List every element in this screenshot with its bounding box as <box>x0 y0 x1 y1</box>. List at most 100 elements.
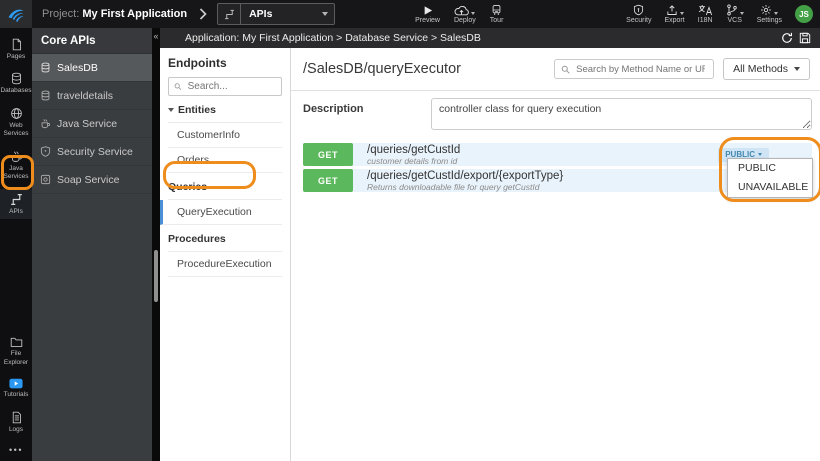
chevron-down-icon <box>322 12 329 16</box>
core-apis-title: Core APIs <box>32 28 152 54</box>
core-apis-item-label: traveldetails <box>57 89 114 102</box>
chevron-down-icon <box>679 12 684 15</box>
more-options-icon[interactable]: ••• <box>0 441 32 461</box>
method-search-input[interactable] <box>574 62 708 76</box>
menu-item-public[interactable]: PUBLIC <box>728 159 812 178</box>
wavemaker-logo-icon[interactable] <box>0 0 32 28</box>
collapse-panel-button[interactable]: « <box>152 28 160 44</box>
description-label: Description <box>303 103 364 115</box>
description-input[interactable]: controller class for query execution <box>431 98 812 130</box>
topbar-actions-left: Preview Deploy Tour <box>415 4 503 24</box>
section-label: Queries <box>168 181 208 193</box>
project-name: My First Application <box>82 8 188 20</box>
endpoints-search-input[interactable] <box>185 80 276 93</box>
endpoints-search[interactable] <box>168 77 282 96</box>
sidebar-item-label: Logs <box>8 425 24 433</box>
endpoint-info: /queries/getCustId customer details from… <box>353 143 718 166</box>
breadcrumb-bar: Application: My First Application > Data… <box>160 28 820 48</box>
caret-down-icon <box>168 108 174 112</box>
chevron-down-icon <box>774 12 779 15</box>
translate-icon <box>698 5 712 16</box>
scrollbar-thumb[interactable] <box>154 250 158 302</box>
sidebar-item-databases[interactable]: Databases <box>0 68 32 98</box>
page-icon <box>12 38 21 51</box>
sidebar-item-label: Databases <box>0 87 32 95</box>
preview-label: Preview <box>415 16 440 24</box>
core-apis-panel: Core APIs SalesDB traveldetails Java Ser… <box>32 28 152 461</box>
core-apis-item-security-service[interactable]: Security Service <box>32 138 152 166</box>
endpoint-item-orders[interactable]: Orders <box>168 148 282 173</box>
sidebar-item-tutorials[interactable]: Tutorials <box>0 374 32 402</box>
sidebar-item-web-services[interactable]: Web Services <box>0 103 32 142</box>
database-icon <box>41 90 50 101</box>
preview-button[interactable]: Preview <box>415 4 440 24</box>
sidebar-item-file-explorer[interactable]: File Explorer <box>0 332 32 370</box>
perspective-dropdown[interactable]: APIs <box>217 3 336 25</box>
core-apis-item-label: Security Service <box>57 145 133 158</box>
settings-button[interactable]: Settings <box>757 4 782 24</box>
sidebar-item-logs[interactable]: Logs <box>0 407 32 437</box>
refresh-icon <box>782 32 793 43</box>
sidebar-item-label: File Explorer <box>3 350 29 366</box>
api-icon <box>218 4 242 24</box>
section-queries[interactable]: Queries <box>168 173 282 200</box>
refresh-button[interactable] <box>781 32 793 44</box>
endpoint-item-customerinfo[interactable]: CustomerInfo <box>168 123 282 148</box>
left-icon-rail: Pages Databases Web Services Java Servic… <box>0 28 32 461</box>
core-apis-item-traveldetails[interactable]: traveldetails <box>32 82 152 110</box>
tour-button[interactable]: Tour <box>490 4 503 24</box>
export-button[interactable]: Export <box>664 4 685 24</box>
i18n-button[interactable]: I18N <box>698 4 713 24</box>
search-icon <box>561 65 570 74</box>
core-apis-item-java-service[interactable]: Java Service <box>32 110 152 138</box>
page-title: /SalesDB/queryExecutor <box>303 61 461 77</box>
bus-icon <box>492 5 501 15</box>
sidebar-item-pages[interactable]: Pages <box>0 34 32 64</box>
endpoint-item-procedureexecution[interactable]: ProcedureExecution <box>168 252 282 277</box>
cloud-upload-icon <box>454 5 470 15</box>
endpoint-summary: customer details from id <box>367 156 458 166</box>
app-window: Project: My First Application APIs Previ… <box>0 0 820 461</box>
core-apis-item-soap-service[interactable]: Soap Service <box>32 166 152 194</box>
user-avatar[interactable]: JS <box>795 5 813 23</box>
project-prefix: Project: <box>42 8 80 20</box>
method-badge: GET <box>303 143 353 166</box>
section-entities[interactable]: Entities <box>168 96 282 123</box>
deploy-button[interactable]: Deploy <box>454 4 476 24</box>
all-methods-dropdown[interactable]: All Methods <box>723 58 810 80</box>
soap-service-icon <box>40 174 51 185</box>
security-button[interactable]: Security <box>626 4 651 24</box>
sidebar-item-label: Java Services <box>3 164 29 181</box>
coffee-cup-icon <box>41 119 51 129</box>
method-search[interactable] <box>554 59 715 79</box>
workspace-body: Description controller class for query e… <box>291 91 820 198</box>
log-file-icon <box>12 411 21 423</box>
shield-icon <box>40 146 51 157</box>
sidebar-item-apis[interactable]: APIs <box>0 188 32 220</box>
globe-icon <box>10 108 22 119</box>
chevron-down-icon <box>758 153 762 156</box>
vcs-button[interactable]: VCS <box>726 4 744 24</box>
sidebar-item-label: Pages <box>6 53 26 60</box>
security-label: Security <box>626 17 652 24</box>
core-apis-item-label: SalesDB <box>57 61 98 74</box>
branch-icon <box>726 4 737 16</box>
project-label: Project: My First Application <box>42 8 187 20</box>
endpoint-path: /queries/getCustId <box>367 144 461 156</box>
save-button[interactable] <box>799 32 811 44</box>
core-apis-item-salesdb[interactable]: SalesDB <box>32 54 152 82</box>
export-label: Export <box>664 17 685 24</box>
shield-icon <box>634 4 644 16</box>
chevron-down-icon <box>794 67 800 71</box>
endpoint-list: GET /queries/getCustId customer details … <box>303 143 813 198</box>
panel-gutter: « <box>152 28 160 461</box>
endpoint-item-queryexecution[interactable]: QueryExecution <box>160 200 282 225</box>
menu-item-unavailable[interactable]: UNAVAILABLE <box>728 178 812 197</box>
sidebar-item-java-services[interactable]: Java Services <box>0 146 32 185</box>
chevron-down-icon <box>739 12 744 15</box>
i18n-label: I18N <box>697 17 713 24</box>
visibility-dropdown-menu: PUBLIC UNAVAILABLE <box>727 158 813 198</box>
top-bar: Project: My First Application APIs Previ… <box>0 0 820 28</box>
section-procedures[interactable]: Procedures <box>168 225 282 252</box>
